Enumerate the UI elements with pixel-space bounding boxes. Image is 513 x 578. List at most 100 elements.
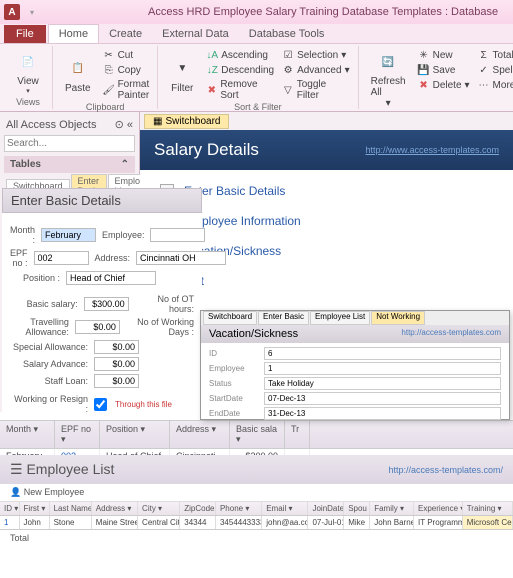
employee-list-header: ☰ Employee List http://access-templates.…: [0, 455, 513, 484]
ribbon: 📄 View▾ Views 📋 Paste ✂Cut ⎘Copy 🖌Format…: [0, 44, 513, 112]
sw-item-exit[interactable]: Exit: [160, 274, 493, 288]
cut-button[interactable]: ✂Cut: [101, 48, 152, 62]
switchboard-title: Salary Details: [154, 140, 259, 160]
address-input[interactable]: [136, 251, 226, 265]
database-tools-tab[interactable]: Database Tools: [239, 25, 335, 43]
add-icon: 👤: [10, 487, 21, 497]
filter-icon: ▼: [170, 57, 194, 81]
ascending-button[interactable]: ↓AAscending: [204, 48, 276, 62]
paste-button[interactable]: 📋 Paste: [59, 48, 97, 102]
vac-status-input[interactable]: [264, 377, 501, 390]
col-month[interactable]: Month ▾: [0, 421, 55, 448]
view-icon: 📄: [16, 50, 40, 74]
col-last[interactable]: Last Name ▾: [50, 502, 92, 515]
totals-button[interactable]: ΣTotals: [476, 48, 513, 62]
desc-icon: ↓Z: [206, 64, 218, 76]
epf-label: EPF no :: [10, 248, 28, 268]
vac-id-label: ID: [209, 349, 264, 358]
travelling-input[interactable]: [75, 320, 120, 334]
employee-label: Employee:: [102, 230, 144, 240]
spelling-icon: ✓: [478, 64, 490, 76]
enter-basic-title: Enter Basic Details: [2, 188, 202, 213]
filter-button[interactable]: ▼ Filter: [164, 48, 200, 102]
special-input[interactable]: [94, 340, 139, 354]
toggle-icon: ▽: [282, 84, 294, 96]
format-painter-button[interactable]: 🖌Format Painter: [101, 78, 152, 102]
copy-button[interactable]: ⎘Copy: [101, 63, 152, 77]
spelling-button[interactable]: ✓Spelling: [476, 63, 513, 77]
position-input[interactable]: [66, 271, 156, 285]
new-employee-button[interactable]: 👤 New Employee: [0, 484, 513, 502]
vacation-link[interactable]: http://access-templates.com: [401, 328, 501, 340]
home-tab[interactable]: Home: [48, 24, 99, 43]
create-tab[interactable]: Create: [99, 25, 152, 43]
vac-start-label: StartDate: [209, 394, 264, 403]
vac-end-label: EndDate: [209, 409, 264, 418]
vac-start-input[interactable]: [264, 392, 501, 405]
more-icon: ⋯: [478, 79, 490, 91]
switchboard-link[interactable]: http://www.access-templates.com: [365, 145, 499, 155]
working-resign-label: Working or Resign :: [10, 394, 88, 414]
col-spouse[interactable]: Spou ▾: [344, 502, 370, 515]
col-zip[interactable]: ZipCode ▾: [180, 502, 216, 515]
vac-tab-switchboard[interactable]: Switchboard: [203, 311, 257, 325]
new-button[interactable]: ✳New: [416, 48, 472, 62]
working-resign-checkbox[interactable]: [94, 398, 107, 411]
col-address2[interactable]: Address ▾: [92, 502, 138, 515]
refresh-all-button[interactable]: 🔄 Refresh All ▾: [365, 48, 412, 111]
sw-item-enter-basic[interactable]: Enter Basic Details: [160, 184, 493, 198]
nav-filter-icon[interactable]: ⊙: [115, 119, 124, 131]
col-experience[interactable]: Experience ▾: [414, 502, 463, 515]
sw-item-employee-info[interactable]: Employee Information: [160, 214, 493, 228]
title-bar: A ▾ Access HRD Employee Salary Training …: [0, 0, 513, 24]
employee-grid-row[interactable]: 1 John Stone Maine Street Central City 3…: [0, 516, 513, 529]
col-first[interactable]: First ▾: [20, 502, 50, 515]
total-row: Total: [0, 529, 513, 546]
switchboard-doc-tab[interactable]: ▦ Switchboard: [144, 114, 229, 129]
external-data-tab[interactable]: External Data: [152, 25, 239, 43]
vac-tab-employee-list[interactable]: Employee List: [310, 311, 370, 325]
employee-list-link[interactable]: http://access-templates.com/: [388, 465, 503, 475]
col-id[interactable]: ID ▾: [0, 502, 20, 515]
nav-search-input[interactable]: [4, 135, 135, 152]
file-tab[interactable]: File: [4, 25, 46, 43]
nav-tables-section[interactable]: Tables⌃: [4, 156, 135, 173]
staff-loan-input[interactable]: [94, 374, 139, 388]
col-training[interactable]: Training ▾: [463, 502, 513, 515]
vac-tab-enter-basic[interactable]: Enter Basic: [258, 311, 309, 325]
vac-id-input[interactable]: [264, 347, 501, 360]
toggle-filter-button[interactable]: ▽Toggle Filter: [280, 78, 352, 102]
sort-filter-group: ▼ Filter ↓AAscending ↓ZDescending ✖Remov…: [158, 46, 358, 109]
more-button[interactable]: ⋯More ▾: [476, 78, 513, 92]
col-epf[interactable]: EPF no ▾: [55, 421, 100, 448]
month-input[interactable]: [41, 228, 96, 242]
list-icon: ☰: [10, 461, 23, 477]
nav-header[interactable]: All Access Objects ⊙ «: [4, 116, 135, 133]
asc-icon: ↓A: [206, 49, 218, 61]
epf-input[interactable]: [34, 251, 89, 265]
qat-caret-icon[interactable]: ▾: [30, 8, 34, 17]
descending-button[interactable]: ↓ZDescending: [204, 63, 276, 77]
basic-salary-input[interactable]: [84, 297, 129, 311]
advanced-icon: ⚙: [282, 64, 294, 76]
selection-button[interactable]: ☑Selection ▾: [280, 48, 352, 62]
vac-emp-input[interactable]: [264, 362, 501, 375]
new-icon: ✳: [418, 49, 430, 61]
col-phone[interactable]: Phone ▾: [216, 502, 262, 515]
save-button[interactable]: 💾Save: [416, 63, 472, 77]
col-city[interactable]: City ▾: [138, 502, 180, 515]
vac-end-input[interactable]: [264, 407, 501, 420]
view-button[interactable]: 📄 View▾: [10, 48, 46, 97]
col-joindate[interactable]: JoinDate ▾: [308, 502, 344, 515]
vac-tab-not-working[interactable]: Not Working: [371, 311, 425, 325]
advance-input[interactable]: [94, 357, 139, 371]
delete-button[interactable]: ✖Delete ▾: [416, 78, 472, 92]
col-email[interactable]: Email ▾: [262, 502, 308, 515]
employee-list-section: ☰ Employee List http://access-templates.…: [0, 455, 513, 546]
employee-input[interactable]: [150, 228, 205, 242]
advanced-button[interactable]: ⚙Advanced ▾: [280, 63, 352, 77]
col-family[interactable]: Family ▾: [370, 502, 414, 515]
nav-collapse-icon[interactable]: «: [127, 119, 133, 131]
remove-sort-button[interactable]: ✖Remove Sort: [204, 78, 276, 102]
col-position[interactable]: Position ▾: [100, 421, 170, 448]
